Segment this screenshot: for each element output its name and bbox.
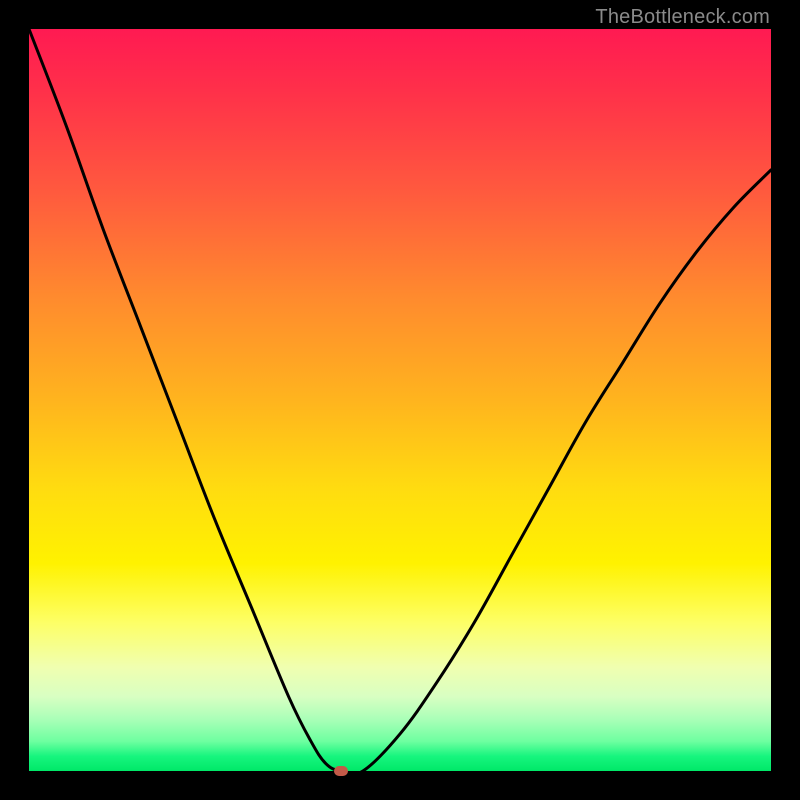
watermark-text: TheBottleneck.com — [595, 6, 770, 29]
bottleneck-curve — [29, 29, 771, 771]
chart-frame: TheBottleneck.com — [0, 0, 800, 800]
optimal-point-marker — [334, 766, 348, 776]
plot-area — [29, 29, 771, 771]
